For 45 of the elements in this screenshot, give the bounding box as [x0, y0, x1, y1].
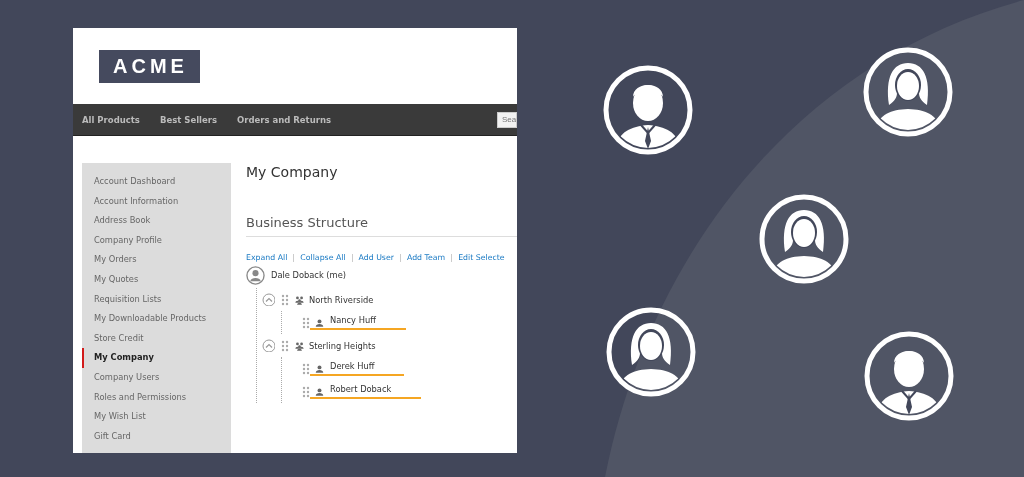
- drag-handle-icon: [281, 339, 289, 352]
- page-title: My Company: [246, 164, 339, 182]
- drag-handle-icon: [302, 316, 310, 329]
- tree-node-label[interactable]: Derek Huff: [310, 361, 405, 376]
- drag-handle-icon: [302, 385, 310, 398]
- sidebar-item[interactable]: Company Users: [82, 367, 231, 388]
- search-field[interactable]: Sea: [497, 111, 517, 128]
- collapse-icon[interactable]: [262, 293, 275, 306]
- person-icon: [863, 47, 953, 137]
- sidebar-item[interactable]: Gift Card: [82, 426, 231, 447]
- sidebar-item[interactable]: My Downloadable Products: [82, 309, 231, 329]
- nav-link[interactable]: Best Sellers: [159, 114, 217, 125]
- sidebar-item[interactable]: Company Profile: [82, 230, 231, 251]
- sidebar-item[interactable]: Address Book: [82, 211, 231, 231]
- drag-handle-icon: [281, 293, 289, 306]
- sidebar-item[interactable]: My Company: [82, 348, 231, 368]
- person-icon: [759, 194, 849, 284]
- person-icon: [315, 387, 324, 396]
- person-icon: [315, 318, 324, 327]
- team-icon: [294, 294, 305, 305]
- sidebar-item[interactable]: Requisition Lists: [82, 289, 231, 310]
- person-icon: [315, 364, 324, 373]
- tree-node-label[interactable]: North Riverside: [309, 294, 374, 305]
- sidebar-item[interactable]: My Orders: [82, 250, 231, 270]
- drag-handle-icon: [302, 362, 310, 375]
- sidebar-item[interactable]: Roles and Permissions: [82, 387, 231, 408]
- nav-link[interactable]: All Products: [82, 114, 140, 125]
- person-icon: [606, 307, 696, 397]
- user-avatar-icon: [246, 265, 265, 285]
- nav-link[interactable]: Orders and Returns: [237, 114, 332, 125]
- sidebar-item[interactable]: Store Credit: [82, 328, 231, 349]
- sidebar-item[interactable]: My Wish List: [82, 407, 231, 427]
- person-icon: [864, 331, 954, 421]
- sidebar-item[interactable]: My Quotes: [82, 269, 231, 290]
- logo[interactable]: ACME: [99, 49, 200, 83]
- tree-node-label[interactable]: Robert Doback: [310, 384, 422, 399]
- sidebar-item[interactable]: Account Information: [82, 191, 231, 212]
- sidebar-item[interactable]: Account Dashboard: [82, 172, 231, 192]
- tree-node-label[interactable]: Sterling Heights: [309, 340, 376, 351]
- collapse-icon[interactable]: [262, 339, 275, 352]
- person-icon: [603, 65, 693, 155]
- section-title: Business Structure: [246, 215, 517, 237]
- tree-node-label[interactable]: Nancy Huff: [310, 315, 406, 330]
- tree-node-label[interactable]: Dale Doback (me): [271, 270, 346, 280]
- team-icon: [294, 340, 305, 351]
